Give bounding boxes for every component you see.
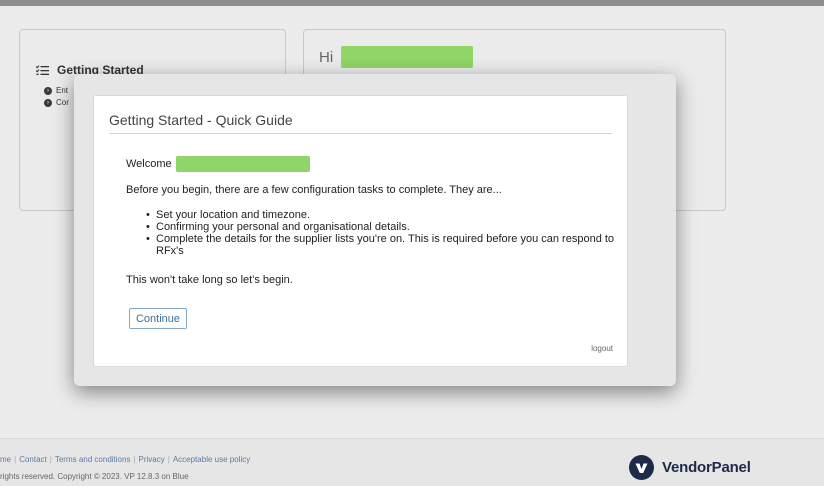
vendorpanel-logo-icon: [629, 455, 654, 480]
redacted-user-name: [175, 156, 310, 172]
task-list: Set your location and timezone. Confirmi…: [146, 209, 616, 257]
brand: VendorPanel: [629, 455, 751, 480]
welcome-line: Welcome: [126, 156, 310, 172]
logout-link[interactable]: logout: [591, 344, 613, 353]
getting-started-item[interactable]: › Cor: [44, 98, 69, 107]
task-item: Complete the details for the supplier li…: [146, 233, 616, 257]
footer-separator: |: [14, 455, 17, 464]
modal-title: Getting Started - Quick Guide: [109, 112, 293, 128]
closing-text: This won't take long so let's begin.: [126, 274, 293, 286]
modal-backdrop-frame: Getting Started - Quick Guide Welcome Be…: [74, 74, 676, 386]
redacted-user-name: [341, 46, 474, 68]
circle-chevron-icon: ›: [44, 98, 52, 107]
greeting-prefix: Hi: [319, 48, 334, 66]
modal-divider: [109, 133, 612, 134]
task-item: Set your location and timezone.: [146, 209, 616, 221]
footer-separator: |: [133, 455, 136, 464]
continue-button[interactable]: Continue: [129, 308, 187, 329]
brand-name: VendorPanel: [662, 459, 751, 476]
task-item: Confirming your personal and organisatio…: [146, 221, 616, 233]
intro-text: Before you begin, there are a few config…: [126, 184, 502, 196]
quick-guide-modal: Getting Started - Quick Guide Welcome Be…: [93, 95, 628, 367]
footer-link-terms[interactable]: Terms and conditions: [55, 455, 131, 464]
welcome-prefix: Welcome: [126, 158, 172, 170]
list-check-icon: [36, 64, 49, 75]
greeting: Hi: [319, 46, 474, 68]
footer-separator: |: [49, 455, 52, 464]
getting-started-item[interactable]: › Ent: [44, 86, 68, 95]
footer-link-home[interactable]: me: [0, 455, 11, 464]
footer-link-privacy[interactable]: Privacy: [139, 455, 165, 464]
footer-links: me | Contact | Terms and conditions | Privacy |…: [0, 455, 250, 464]
footer-separator: |: [167, 455, 170, 464]
footer-link-contact[interactable]: Contact: [19, 455, 47, 464]
getting-started-item-label: Cor: [56, 98, 69, 107]
footer-link-acceptable-use[interactable]: Acceptable use policy: [173, 455, 250, 464]
getting-started-item-label: Ent: [56, 86, 69, 95]
circle-chevron-icon: ›: [44, 86, 52, 95]
footer-copyright: rights reserved. Copyright © 2023. VP 12…: [0, 472, 189, 481]
